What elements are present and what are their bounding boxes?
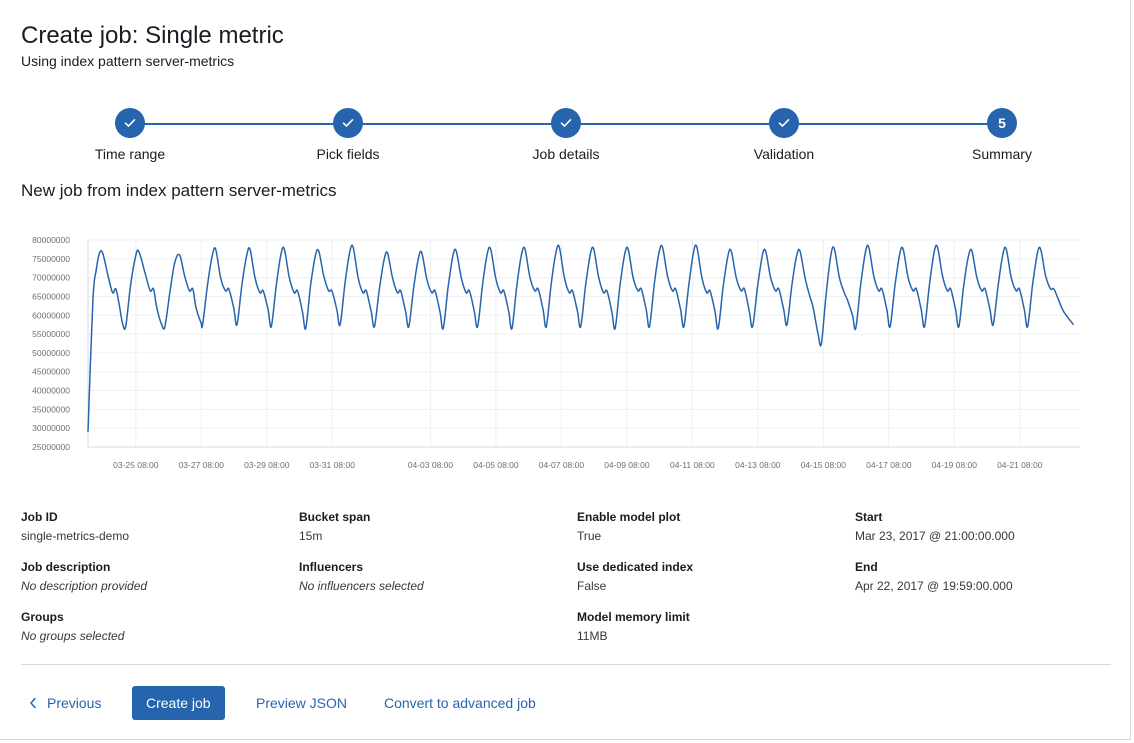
convert-to-advanced-job-button[interactable]: Convert to advanced job xyxy=(384,686,536,720)
step-label: Pick fields xyxy=(316,146,380,162)
detail-groups: Groups No groups selected xyxy=(21,610,281,660)
detail-label: Enable model plot xyxy=(577,510,681,524)
wizard-steps: Time range Pick fields Job details Valid… xyxy=(0,108,1134,168)
details-column-3: Enable model plot True Use dedicated ind… xyxy=(577,510,837,660)
detail-label: Use dedicated index xyxy=(577,560,694,574)
check-icon xyxy=(769,108,799,138)
detail-enable-model-plot: Enable model plot True xyxy=(577,510,837,560)
step-label: Summary xyxy=(972,146,1032,162)
detail-label: Start xyxy=(855,510,883,524)
y-tick-label: 45000000 xyxy=(32,367,70,377)
x-tick-label: 04-07 08:00 xyxy=(539,460,585,470)
x-tick-label: 04-21 08:00 xyxy=(997,460,1043,470)
check-icon xyxy=(551,108,581,138)
step-job-details[interactable]: Job details xyxy=(486,108,646,162)
footer-divider xyxy=(21,664,1111,665)
x-tick-label: 03-25 08:00 xyxy=(113,460,159,470)
y-tick-label: 25000000 xyxy=(32,442,70,452)
x-tick-label: 04-17 08:00 xyxy=(866,460,912,470)
y-tick-label: 65000000 xyxy=(32,291,70,301)
previous-button[interactable]: Previous xyxy=(29,686,101,720)
detail-use-dedicated-index: Use dedicated index False xyxy=(577,560,837,610)
y-tick-label: 80000000 xyxy=(32,235,70,245)
x-tick-label: 03-31 08:00 xyxy=(310,460,356,470)
step-label: Time range xyxy=(94,146,166,162)
x-tick-label: 03-29 08:00 xyxy=(244,460,290,470)
x-tick-label: 03-27 08:00 xyxy=(179,460,225,470)
detail-value: No description provided xyxy=(21,579,148,593)
x-tick-label: 04-05 08:00 xyxy=(473,460,519,470)
y-tick-label: 55000000 xyxy=(32,329,70,339)
detail-start: Start Mar 23, 2017 @ 21:00:00.000 xyxy=(855,510,1115,560)
detail-value: 15m xyxy=(299,529,323,543)
detail-value: False xyxy=(577,579,607,593)
x-tick-label: 04-03 08:00 xyxy=(408,460,454,470)
detail-job-id: Job ID single-metrics-demo xyxy=(21,510,281,560)
y-tick-label: 70000000 xyxy=(32,273,70,283)
detail-label: Model memory limit xyxy=(577,610,690,624)
detail-job-description: Job description No description provided xyxy=(21,560,281,610)
details-column-4: Start Mar 23, 2017 @ 21:00:00.000 End Ap… xyxy=(855,510,1115,610)
detail-influencers: Influencers No influencers selected xyxy=(299,560,559,610)
job-summary-details: Job ID single-metrics-demo Job descripti… xyxy=(21,510,1111,650)
x-tick-label: 04-09 08:00 xyxy=(604,460,650,470)
step-number: 5 xyxy=(987,108,1017,138)
check-icon xyxy=(115,108,145,138)
y-tick-label: 75000000 xyxy=(32,254,70,264)
page-title: Create job: Single metric xyxy=(21,22,284,49)
previous-label: Previous xyxy=(47,695,102,711)
detail-label: Bucket span xyxy=(299,510,371,524)
detail-label: Job description xyxy=(21,560,111,574)
x-tick-label: 04-13 08:00 xyxy=(735,460,781,470)
chevron-left-icon xyxy=(29,687,37,721)
detail-value: single-metrics-demo xyxy=(21,529,130,543)
detail-value: True xyxy=(577,529,602,543)
detail-label: Influencers xyxy=(299,560,364,574)
detail-value: 11MB xyxy=(577,629,608,643)
detail-label: End xyxy=(855,560,878,574)
create-job-button[interactable]: Create job xyxy=(132,686,225,720)
chart-title: New job from index pattern server-metric… xyxy=(21,181,337,200)
x-tick-label: 04-19 08:00 xyxy=(932,460,978,470)
step-summary[interactable]: 5 Summary xyxy=(922,108,1082,162)
step-label: Validation xyxy=(753,146,815,162)
detail-model-memory-limit: Model memory limit 11MB xyxy=(577,610,837,660)
detail-bucket-span: Bucket span 15m xyxy=(299,510,559,560)
check-icon xyxy=(333,108,363,138)
y-tick-label: 60000000 xyxy=(32,310,70,320)
x-tick-label: 04-11 08:00 xyxy=(670,460,715,470)
step-label: Job details xyxy=(532,146,600,162)
wizard-panel: Create job: Single metric Using index pa… xyxy=(0,0,1131,740)
y-tick-label: 30000000 xyxy=(32,423,70,433)
y-tick-label: 40000000 xyxy=(32,386,70,396)
preview-json-button[interactable]: Preview JSON xyxy=(256,686,347,720)
step-time-range[interactable]: Time range xyxy=(50,108,210,162)
details-column-2: Bucket span 15m Influencers No influence… xyxy=(299,510,559,610)
detail-value: Apr 22, 2017 @ 19:59:00.000 xyxy=(855,579,1013,593)
detail-value: No influencers selected xyxy=(299,579,424,593)
page-subtitle: Using index pattern server-metrics xyxy=(21,53,235,69)
detail-label: Job ID xyxy=(21,510,58,524)
details-column-1: Job ID single-metrics-demo Job descripti… xyxy=(21,510,281,660)
step-pick-fields[interactable]: Pick fields xyxy=(268,108,428,162)
x-tick-label: 04-15 08:00 xyxy=(801,460,847,470)
detail-value: No groups selected xyxy=(21,629,125,643)
detail-end: End Apr 22, 2017 @ 19:59:00.000 xyxy=(855,560,1115,610)
job-chart: 80000000 75000000 70000000 65000000 60000000… xyxy=(32,235,1080,470)
series-line xyxy=(87,244,1075,432)
y-tick-label: 50000000 xyxy=(32,348,70,358)
y-tick-label: 35000000 xyxy=(32,404,70,414)
detail-value: Mar 23, 2017 @ 21:00:00.000 xyxy=(855,529,1015,543)
detail-label: Groups xyxy=(21,610,64,624)
step-validation[interactable]: Validation xyxy=(704,108,864,162)
